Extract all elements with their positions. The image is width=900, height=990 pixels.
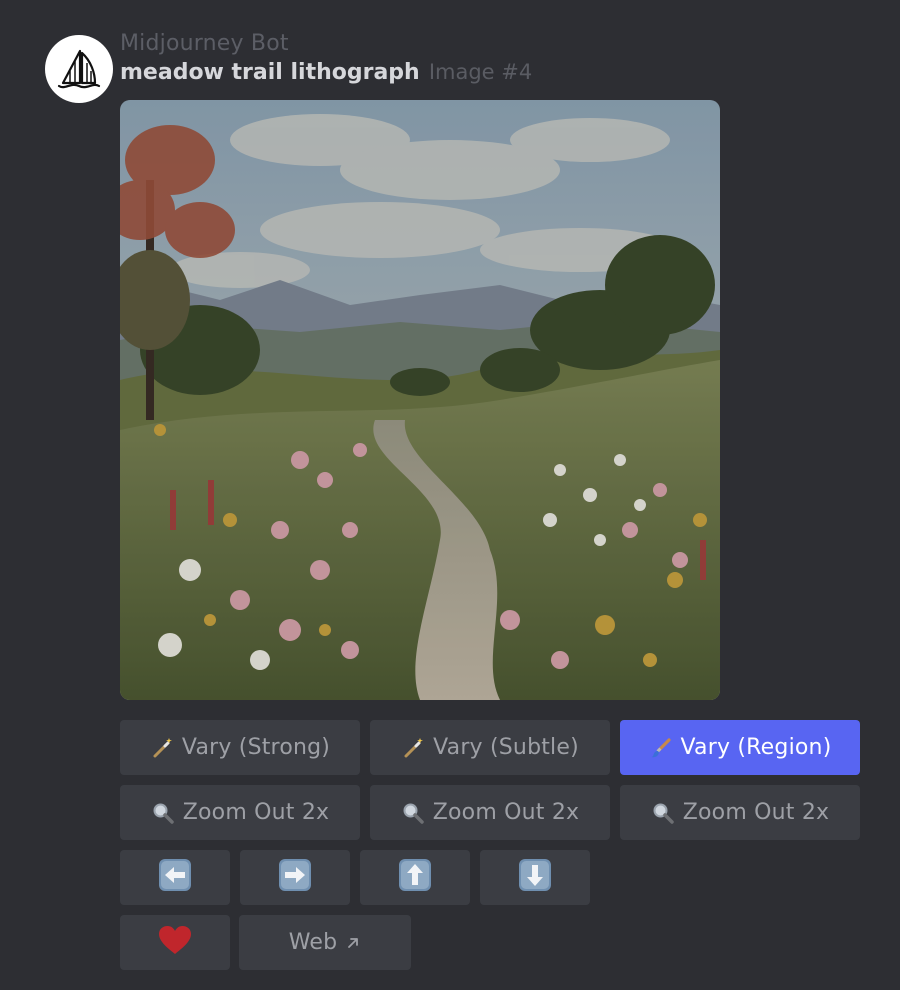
vary-region-button[interactable]: Vary (Region) [620,720,860,775]
vary-region-label: Vary (Region) [680,735,832,760]
vary-strong-button[interactable]: Vary (Strong) [120,720,360,775]
pan-down-button[interactable] [480,850,590,905]
vary-subtle-button[interactable]: Vary (Subtle) [370,720,610,775]
zoom-out-2x-button-1[interactable]: Zoom Out 2x [120,785,360,840]
chat-message: Midjourney Bot meadow trail lithograph I… [0,0,900,990]
magic-wand-icon [401,736,425,760]
sailboat-logo-icon [57,49,101,89]
external-link-icon [345,935,361,951]
magic-wand-icon [150,736,174,760]
arrow-right-icon [277,857,313,899]
bot-avatar[interactable] [45,35,113,103]
arrow-down-icon [517,857,553,899]
zoom-out-2x-button-3[interactable]: Zoom Out 2x [620,785,860,840]
web-link-button[interactable]: Web [239,915,411,970]
image-number-label: Image #4 [428,60,533,84]
zoom-out-label: Zoom Out 2x [432,800,580,825]
prompt-text: meadow trail lithograph [120,60,420,85]
magnifier-icon [651,801,675,825]
pan-left-button[interactable] [120,850,230,905]
pan-right-button[interactable] [240,850,350,905]
zoom-out-label: Zoom Out 2x [682,800,830,825]
pan-up-button[interactable] [360,850,470,905]
vary-strong-label: Vary (Strong) [181,735,331,760]
zoom-out-2x-button-2[interactable]: Zoom Out 2x [370,785,610,840]
generated-image[interactable] [120,100,720,700]
vary-subtle-label: Vary (Subtle) [433,735,579,760]
heart-icon [158,925,192,961]
paintbrush-icon [649,736,673,760]
arrow-left-icon [157,857,193,899]
favorite-button[interactable] [120,915,230,970]
magnifier-icon [151,801,175,825]
magnifier-icon [401,801,425,825]
zoom-out-label: Zoom Out 2x [182,800,330,825]
arrow-up-icon [397,857,433,899]
message-header: meadow trail lithograph Image #4 [120,60,532,85]
author-name[interactable]: Midjourney Bot [120,31,289,56]
web-label: Web [288,930,338,955]
